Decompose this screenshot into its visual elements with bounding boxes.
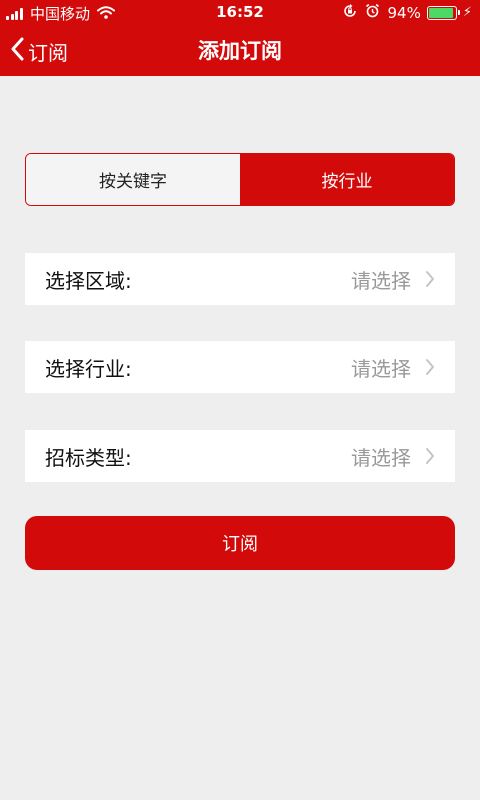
chevron-right-icon (425, 447, 435, 465)
navigation-bar: 订阅 添加订阅 (0, 26, 480, 76)
status-right: 94% ⚡ (343, 3, 472, 22)
alarm-icon (365, 3, 380, 22)
battery-level (428, 7, 454, 18)
page-title: 添加订阅 (198, 39, 282, 63)
segmented-control: 按关键字 按行业 (25, 153, 455, 206)
segment-by-industry[interactable]: 按行业 (240, 154, 454, 205)
chevron-right-icon (425, 270, 435, 288)
battery-icon (426, 5, 460, 20)
segment-by-keyword[interactable]: 按关键字 (26, 154, 240, 205)
charging-icon: ⚡ (462, 5, 472, 20)
row-value: 请选择 (351, 356, 411, 381)
battery-percent: 94% (387, 3, 421, 22)
chevron-left-icon (10, 37, 28, 65)
row-label: 招标类型: (45, 445, 132, 470)
select-bid-type-row[interactable]: 招标类型: 请选择 (25, 430, 455, 482)
subscribe-button[interactable]: 订阅 (25, 516, 455, 570)
rotation-lock-icon (343, 3, 357, 22)
row-label: 选择区域: (45, 268, 132, 293)
row-value: 请选择 (351, 445, 411, 470)
row-label: 选择行业: (45, 356, 132, 381)
segment-label: 按关键字 (99, 172, 167, 192)
segment-label: 按行业 (321, 172, 373, 192)
back-button[interactable]: 订阅 (10, 26, 68, 76)
back-button-label: 订阅 (28, 40, 68, 65)
select-industry-row[interactable]: 选择行业: 请选择 (25, 341, 455, 393)
status-bar: 中国移动 16:52 94% ⚡ (0, 0, 480, 26)
chevron-right-icon (425, 358, 435, 376)
row-value: 请选择 (351, 268, 411, 293)
select-region-row[interactable]: 选择区域: 请选择 (25, 253, 455, 305)
